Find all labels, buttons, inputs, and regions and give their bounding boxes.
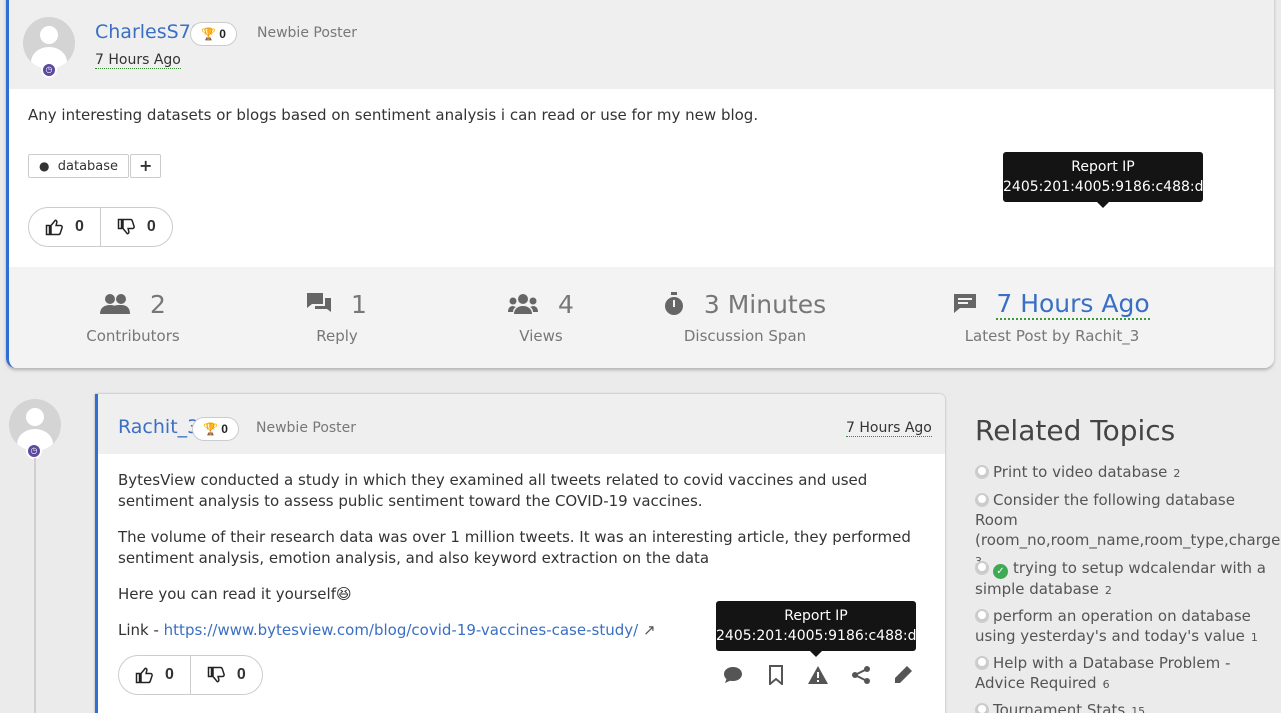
related-topic-item[interactable]: Help with a Database Problem - Advice Re… — [975, 653, 1275, 695]
badge-count: 0 — [219, 27, 226, 41]
article-link[interactable]: https://www.bytesview.com/blog/covid-19-… — [164, 621, 639, 639]
stat-latest-post: 7 Hours Ago Latest Post by Rachit_3 — [937, 287, 1167, 345]
related-topic-item[interactable]: Print to video database 2 — [975, 462, 1275, 484]
upvote-button[interactable]: 0 — [29, 208, 100, 246]
bookmark-button[interactable] — [766, 665, 788, 687]
user-avatar-icon — [975, 703, 989, 713]
link-prefix: Link - — [118, 621, 164, 639]
reply-count: 1 — [1250, 631, 1258, 644]
reply-count: 1 — [351, 289, 367, 319]
reputation-badge: 🏆 0 — [190, 22, 237, 46]
user-avatar-icon — [975, 561, 989, 575]
thumbs-up-icon — [45, 219, 63, 236]
tooltip-ip: 2405:201:4005:9186:c488:d — [1003, 179, 1204, 195]
reply-time: 7 Hours Ago — [846, 420, 932, 437]
vote-group: 0 0 — [28, 207, 173, 247]
reply-paragraph-1: BytesView conducted a study in which the… — [118, 471, 868, 510]
upvote-count: 0 — [75, 218, 84, 235]
share-icon — [852, 666, 870, 684]
report-button[interactable] — [808, 665, 830, 687]
reply-vote-group: 0 0 — [118, 655, 263, 695]
trophy-icon: 🏆 — [201, 27, 216, 41]
user-avatar-icon — [975, 656, 989, 670]
related-topic-item[interactable]: perform an operation on database using y… — [975, 606, 1275, 648]
share-button[interactable] — [851, 665, 873, 687]
solved-check-icon: ✓ — [993, 564, 1008, 579]
tooltip-title: Report IP — [784, 608, 848, 624]
original-post-card: ◷ CharlesS78 🏆 0 Newbie Poster 7 Hours A… — [6, 0, 1274, 368]
reply-paragraph-3: Here you can read it yourself😆 — [118, 585, 352, 603]
span-label: Discussion Span — [683, 327, 807, 345]
thread-line — [34, 458, 36, 713]
report-ip-tooltip: Report IP 2405:201:4005:9186:c488:d — [1003, 152, 1204, 208]
post-body: Any interesting datasets or blogs based … — [28, 106, 759, 124]
laughing-emoji: 😆 — [335, 585, 352, 603]
related-topic-item[interactable]: ✓ trying to setup wdcalendar with a simpl… — [975, 558, 1275, 601]
bookmark-icon — [769, 665, 783, 687]
user-avatar-icon — [975, 465, 989, 479]
edit-button[interactable] — [893, 665, 915, 687]
reply-upvote-button[interactable]: 0 — [119, 656, 190, 694]
reply-count: 15 — [1131, 705, 1146, 713]
stat-contributors: 2 Contributors — [63, 287, 203, 346]
author-rank: Newbie Poster — [257, 25, 358, 41]
pencil-icon — [895, 666, 912, 683]
tooltip-ip: 2405:201:4005:9186:c488:d — [716, 628, 917, 644]
thread-stats: 2 Contributors 1 Reply 4 Views 3 Minutes… — [9, 267, 1274, 368]
users-icon — [100, 294, 131, 314]
comment-icon — [954, 294, 977, 313]
add-tag-button[interactable]: + — [130, 154, 162, 178]
related-topic-item[interactable]: Tournament Stats 15 — [975, 700, 1275, 713]
reply-post-card: Rachit_3 🏆 0 Newbie Poster 7 Hours Ago B… — [95, 394, 945, 713]
group-icon — [508, 294, 539, 314]
reply-count: 2 — [1104, 584, 1112, 597]
downvote-count: 0 — [146, 218, 156, 235]
thumbs-down-icon — [207, 666, 225, 683]
reply-comment-button[interactable] — [723, 665, 745, 687]
contributors-label: Contributors — [86, 327, 180, 345]
reply-link-line: Link - https://www.bytesview.com/blog/co… — [118, 620, 656, 641]
thumbs-down-icon — [117, 218, 135, 235]
tooltip-title: Report IP — [1071, 159, 1135, 175]
downvote-count: 0 — [236, 666, 246, 683]
report-ip-tooltip: Report IP 2405:201:4005:9186:c488:d — [716, 601, 917, 657]
comment-icon — [724, 667, 742, 683]
views-label: Views — [519, 327, 563, 345]
stat-views: 4 Views — [471, 287, 611, 345]
reply-label: Reply — [316, 327, 358, 345]
author-name[interactable]: CharlesS78 — [95, 21, 203, 43]
post-time: 7 Hours Ago — [95, 52, 181, 69]
thumbs-up-icon — [135, 667, 153, 684]
user-avatar-icon — [975, 609, 989, 623]
downvote-button[interactable]: 0 — [99, 208, 172, 246]
reply-author-name[interactable]: Rachit_3 — [118, 416, 199, 438]
span-value: 3 Minutes — [703, 289, 827, 319]
warning-icon — [808, 666, 828, 684]
tag-database[interactable]: ● database — [28, 154, 130, 178]
views-count: 4 — [558, 289, 574, 319]
contributors-count: 2 — [150, 289, 166, 319]
external-link-icon: ↗ — [642, 621, 656, 639]
latest-post-label: Latest Post by Rachit_3 — [964, 327, 1140, 345]
stat-replies: 1 Reply — [267, 287, 407, 345]
latest-post-link[interactable]: 7 Hours Ago — [996, 289, 1150, 320]
reply-reputation-badge: 🏆 0 — [192, 417, 239, 441]
reply-downvote-button[interactable]: 0 — [189, 656, 262, 694]
trophy-icon: 🏆 — [203, 422, 218, 436]
reply-count: 2 — [1173, 467, 1181, 480]
reply-paragraph-2: The volume of their research data was ov… — [118, 528, 911, 567]
tag-icon: ● — [39, 159, 50, 173]
clock-icon: ◷ — [41, 62, 57, 78]
comments-icon — [307, 293, 332, 312]
clock-icon: ◷ — [26, 443, 42, 459]
related-topics-heading: Related Topics — [975, 414, 1176, 447]
badge-count: 0 — [221, 422, 228, 436]
reply-count: 6 — [1102, 678, 1110, 691]
user-avatar-icon — [975, 493, 989, 507]
stopwatch-icon — [664, 292, 683, 315]
stat-discussion-span: 3 Minutes Discussion Span — [655, 287, 835, 345]
upvote-count: 0 — [165, 666, 174, 683]
reply-author-rank: Newbie Poster — [256, 420, 357, 436]
